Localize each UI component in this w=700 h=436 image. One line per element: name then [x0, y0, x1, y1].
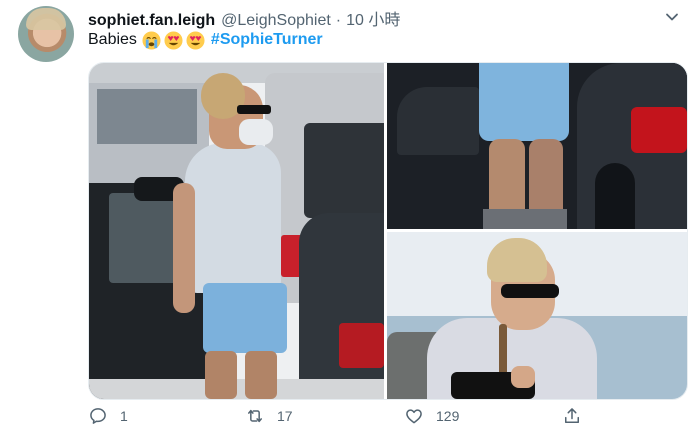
like-count: 129 [436, 408, 460, 424]
user-handle[interactable]: @LeighSophiet [221, 12, 331, 30]
tweet-header: sophiet.fan.leigh @LeighSophiet · 10 小時 [88, 6, 400, 30]
reply-button[interactable]: 1 [88, 406, 128, 426]
share-icon [565, 408, 579, 423]
chevron-down-icon[interactable] [664, 9, 680, 25]
heart-eyes-icon [164, 30, 183, 50]
retweet-button[interactable]: 17 [245, 406, 293, 426]
media-grid [88, 62, 688, 400]
heart-icon [406, 409, 422, 424]
timestamp[interactable]: 10 小時 [346, 6, 400, 30]
heart-eyes-icon [186, 30, 205, 50]
retweet-count: 17 [277, 408, 293, 424]
share-button[interactable] [562, 406, 582, 426]
photo-3[interactable] [387, 232, 687, 399]
tweet-text: Babies #SophieTurner [88, 30, 323, 50]
tweet-actions: 1 17 129 [88, 406, 686, 436]
reply-count: 1 [120, 408, 128, 424]
like-button[interactable]: 129 [404, 406, 459, 426]
avatar[interactable] [18, 6, 74, 62]
separator-dot: · [335, 12, 342, 29]
tweet-body: Babies [88, 31, 137, 48]
crying-face-icon [142, 30, 161, 50]
tweet[interactable]: sophiet.fan.leigh @LeighSophiet · 10 小時 … [0, 0, 700, 436]
reply-icon [90, 408, 106, 424]
photo-2[interactable] [387, 63, 687, 229]
display-name[interactable]: sophiet.fan.leigh [88, 12, 215, 30]
hashtag-link[interactable]: #SophieTurner [211, 30, 323, 50]
photo-1[interactable] [89, 63, 384, 399]
retweet-icon [248, 409, 262, 423]
